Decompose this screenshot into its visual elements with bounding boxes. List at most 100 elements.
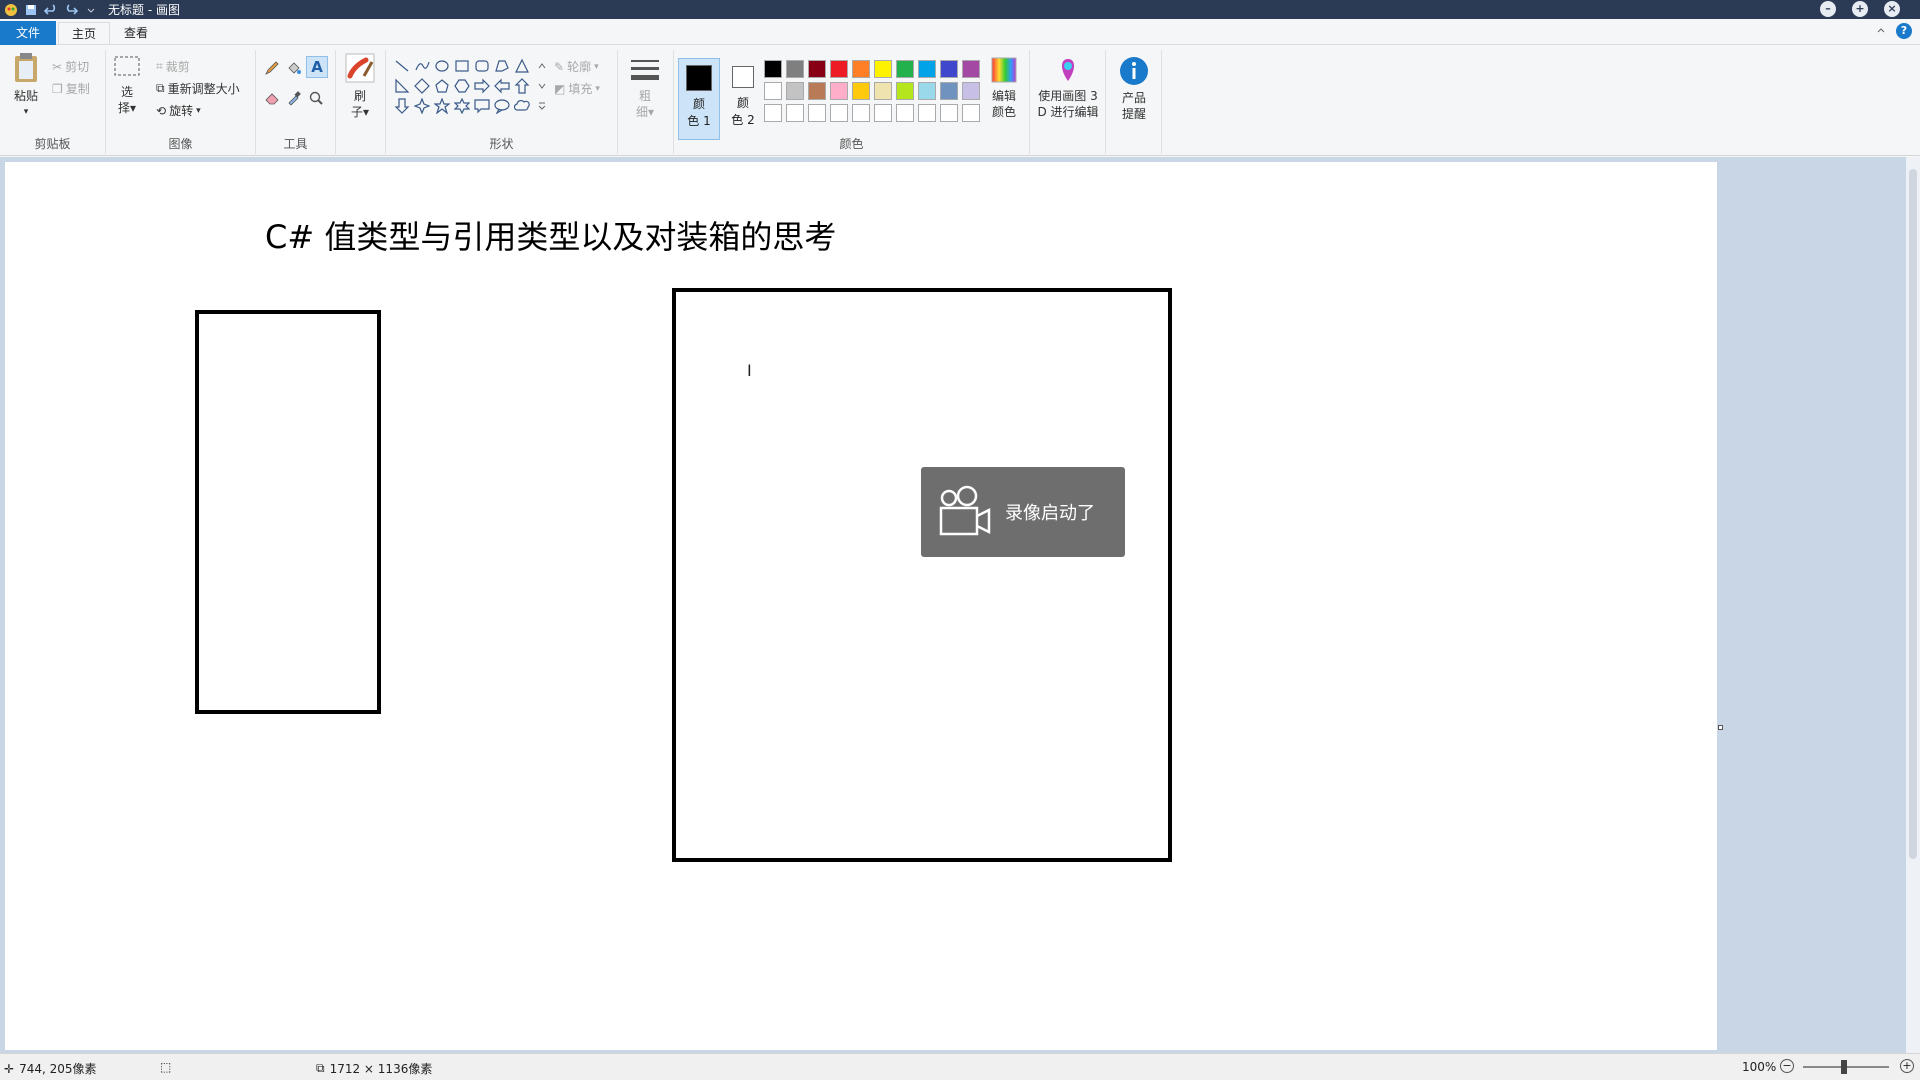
image-size-icon: ⧉: [316, 1061, 325, 1075]
palette-swatch[interactable]: [808, 60, 826, 78]
zoom-in-button[interactable]: +: [1900, 1059, 1914, 1073]
edit-colors-button[interactable]: 编辑 颜色: [984, 56, 1024, 120]
canvas-resize-handle[interactable]: [1718, 725, 1723, 730]
curve-shape-icon[interactable]: [412, 56, 432, 76]
five-point-star-shape-icon[interactable]: [432, 96, 452, 116]
rectangle-shape-icon[interactable]: [452, 56, 472, 76]
palette-swatch[interactable]: [940, 82, 958, 100]
color-picker-icon[interactable]: [286, 90, 302, 106]
tab-file[interactable]: 文件: [0, 21, 56, 45]
down-arrow-shape-icon[interactable]: [392, 96, 412, 116]
diamond-shape-icon[interactable]: [412, 76, 432, 96]
palette-swatch[interactable]: [786, 104, 804, 122]
palette-swatch[interactable]: [918, 82, 936, 100]
paint-app-icon[interactable]: [4, 3, 18, 17]
tab-home[interactable]: 主页: [58, 22, 110, 44]
collapse-ribbon-icon[interactable]: [1876, 24, 1886, 38]
paste-button[interactable]: 粘贴 ▾: [8, 52, 44, 120]
hexagon-shape-icon[interactable]: [452, 76, 472, 96]
palette-swatch[interactable]: [786, 60, 804, 78]
gallery-scroll-down-icon[interactable]: [532, 76, 552, 96]
palette-swatch[interactable]: [852, 60, 870, 78]
palette-swatch[interactable]: [830, 104, 848, 122]
redo-icon[interactable]: [64, 3, 78, 17]
rect-callout-shape-icon[interactable]: [472, 96, 492, 116]
polygon-shape-icon[interactable]: [492, 56, 512, 76]
zoom-out-button[interactable]: −: [1780, 1059, 1794, 1073]
eraser-icon[interactable]: [264, 90, 280, 106]
palette-swatch[interactable]: [918, 60, 936, 78]
right-arrow-shape-icon[interactable]: [472, 76, 492, 96]
magnifier-icon[interactable]: [308, 90, 324, 106]
oval-shape-icon[interactable]: [432, 56, 452, 76]
palette-swatch[interactable]: [786, 82, 804, 100]
undo-icon[interactable]: [44, 3, 58, 17]
fill-label: 填充: [568, 82, 593, 96]
fill-bucket-icon[interactable]: [286, 60, 302, 76]
rounded-rectangle-shape-icon[interactable]: [472, 56, 492, 76]
palette-swatch[interactable]: [962, 60, 980, 78]
gallery-expand-icon[interactable]: [532, 96, 552, 116]
drawing-canvas[interactable]: C# 值类型与引用类型以及对装箱的思考 I 录像启动了: [5, 162, 1717, 1050]
color2-button[interactable]: 颜 色 2: [722, 58, 764, 140]
palette-swatch[interactable]: [852, 82, 870, 100]
resize-button[interactable]: ⧉ 重新调整大小: [156, 80, 240, 97]
fill-button[interactable]: ◩ 填充 ▾: [554, 80, 600, 97]
palette-swatch[interactable]: [808, 82, 826, 100]
right-triangle-shape-icon[interactable]: [392, 76, 412, 96]
text-tool-icon[interactable]: A: [306, 56, 328, 78]
palette-swatch[interactable]: [896, 104, 914, 122]
product-alert-button[interactable]: 产品 提醒: [1112, 56, 1156, 122]
vertical-scrollbar[interactable]: [1906, 157, 1920, 1053]
palette-swatch[interactable]: [896, 82, 914, 100]
palette-swatch[interactable]: [764, 104, 782, 122]
four-point-star-shape-icon[interactable]: [412, 96, 432, 116]
line-shape-icon[interactable]: [392, 56, 412, 76]
palette-swatch[interactable]: [874, 82, 892, 100]
select-button[interactable]: 选 择▾: [112, 54, 142, 116]
palette-swatch[interactable]: [874, 60, 892, 78]
six-point-star-shape-icon[interactable]: [452, 96, 472, 116]
crop-button[interactable]: ⌗ 裁剪: [156, 58, 190, 75]
outline-button[interactable]: ✎ 轮廓 ▾: [554, 58, 599, 75]
save-icon[interactable]: [24, 3, 38, 17]
palette-swatch[interactable]: [874, 104, 892, 122]
triangle-shape-icon[interactable]: [512, 56, 532, 76]
minimize-button[interactable]: –: [1820, 1, 1836, 17]
palette-swatch[interactable]: [852, 104, 870, 122]
pentagon-shape-icon[interactable]: [432, 76, 452, 96]
help-icon[interactable]: ?: [1896, 23, 1912, 39]
close-button[interactable]: ×: [1884, 1, 1900, 17]
palette-swatch[interactable]: [830, 60, 848, 78]
cloud-callout-shape-icon[interactable]: [512, 96, 532, 116]
palette-swatch[interactable]: [764, 60, 782, 78]
window-title: 无标题 - 画图: [108, 3, 180, 17]
outline-label: 轮廓: [567, 60, 592, 74]
palette-swatch[interactable]: [962, 82, 980, 100]
up-arrow-shape-icon[interactable]: [512, 76, 532, 96]
pencil-icon[interactable]: [264, 60, 280, 76]
palette-swatch[interactable]: [896, 60, 914, 78]
customize-dropdown-icon[interactable]: [84, 3, 98, 17]
color1-button[interactable]: 颜 色 1: [678, 58, 720, 140]
palette-swatch[interactable]: [962, 104, 980, 122]
gallery-scroll-up-icon[interactable]: [532, 56, 552, 76]
size-button[interactable]: 粗 细▾: [626, 56, 664, 120]
maximize-button[interactable]: +: [1852, 1, 1868, 17]
brushes-button[interactable]: 刷 子▾: [342, 52, 378, 120]
scrollbar-thumb[interactable]: [1909, 169, 1917, 859]
palette-swatch[interactable]: [918, 104, 936, 122]
cut-button[interactable]: ✂ 剪切: [52, 58, 89, 75]
palette-swatch[interactable]: [808, 104, 826, 122]
tab-view[interactable]: 查看: [114, 22, 158, 44]
zoom-slider-thumb[interactable]: [1841, 1060, 1847, 1074]
left-arrow-shape-icon[interactable]: [492, 76, 512, 96]
palette-swatch[interactable]: [764, 82, 782, 100]
copy-button[interactable]: ❐ 复制: [52, 80, 90, 97]
palette-swatch[interactable]: [830, 82, 848, 100]
oval-callout-shape-icon[interactable]: [492, 96, 512, 116]
edit-with-paint3d-button[interactable]: 使用画图 3 D 进行编辑: [1032, 56, 1104, 120]
palette-swatch[interactable]: [940, 104, 958, 122]
palette-swatch[interactable]: [940, 60, 958, 78]
rotate-button[interactable]: ⟲ 旋转 ▾: [156, 102, 201, 119]
